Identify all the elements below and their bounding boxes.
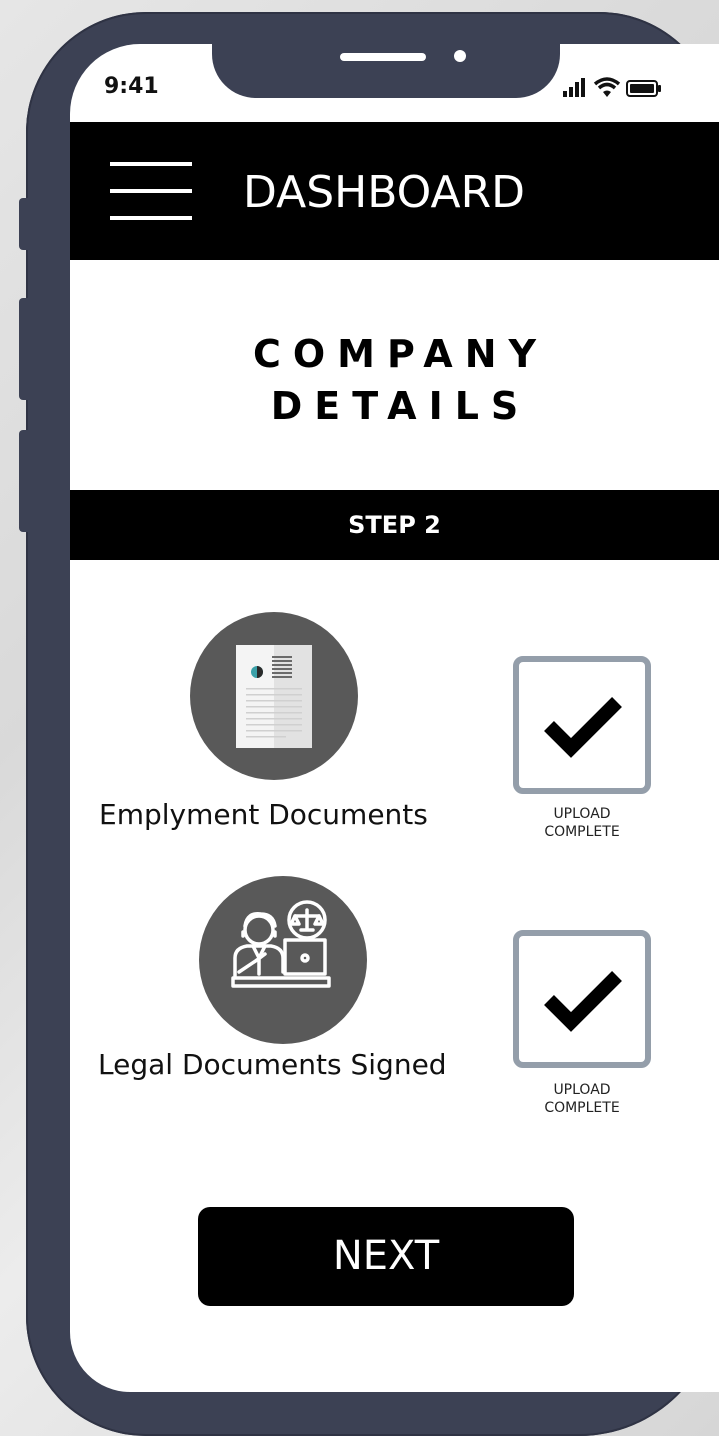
step-indicator: STEP 2 [70,490,719,560]
employment-documents-checkbox[interactable] [513,656,651,794]
checkmark-icon [544,971,622,1032]
status-time: 9:41 [104,74,159,99]
document-icon [236,645,312,748]
wifi-icon [593,77,621,97]
side-button-mute [19,198,29,250]
next-button[interactable]: NEXT [198,1207,574,1306]
employment-documents-icon-circle [190,612,358,780]
page-title-line1: COMPANY [252,332,549,376]
page-title-line2: DETAILS [270,384,531,428]
header-title: DASHBOARD [243,167,526,218]
side-button-volume-down [19,430,29,532]
legal-documents-checkbox[interactable] [513,930,651,1068]
employment-documents-upload-status: UPLOAD COMPLETE [544,806,620,840]
signal-icon [563,78,585,97]
hamburger-menu-icon[interactable] [110,162,192,220]
lawyer-icon [231,900,331,988]
checkmark-icon [544,697,622,758]
side-button-volume-up [19,298,29,400]
battery-icon [626,80,661,97]
legal-documents-label: Legal Documents Signed [98,1048,447,1081]
camera [454,50,466,62]
legal-documents-upload-status: UPLOAD COMPLETE [544,1082,620,1116]
page-title: COMPANY DETAILS [70,328,719,432]
employment-documents-label: Emplyment Documents [99,798,428,831]
speaker [340,53,426,61]
legal-documents-icon-circle [199,876,367,1044]
status-icons [563,74,683,102]
